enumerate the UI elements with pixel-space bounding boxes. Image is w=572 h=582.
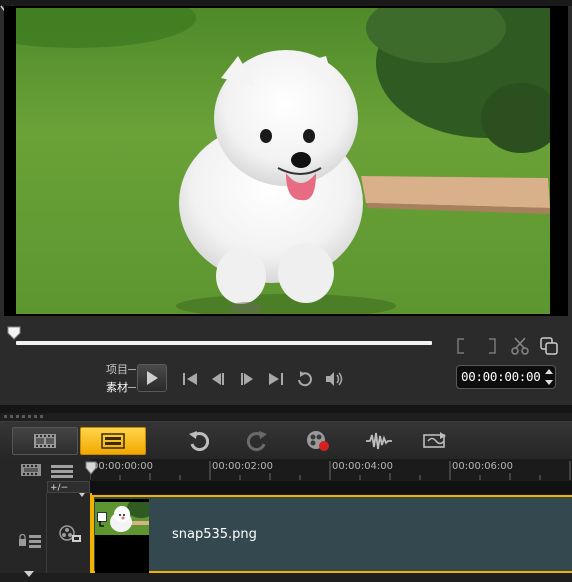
- audio-wave-icon: [366, 432, 392, 450]
- go-to-start-button[interactable]: [180, 369, 200, 389]
- undo-icon: [189, 431, 209, 451]
- scrubber-handle[interactable]: [7, 325, 21, 344]
- record-capture-icon: [307, 431, 329, 451]
- mode-connector: [128, 387, 136, 388]
- spin-down-icon: [545, 380, 553, 385]
- record-capture-button[interactable]: [304, 429, 332, 453]
- spin-up-icon: [545, 369, 553, 374]
- track-lock-icon[interactable]: [18, 533, 42, 552]
- ruler-tick-label: 00:00:02:00: [212, 461, 274, 472]
- playhead-marker-icon[interactable]: [85, 460, 97, 479]
- repeat-icon: [298, 371, 312, 387]
- zoom-label[interactable]: +/−: [50, 483, 68, 493]
- previous-frame-button[interactable]: [208, 369, 228, 389]
- enlarge-preview-icon[interactable]: [538, 336, 560, 356]
- next-frame-button[interactable]: [237, 369, 257, 389]
- preview-image: [16, 8, 550, 314]
- add-track-icon[interactable]: [20, 462, 44, 482]
- ruler-tick-label: 00:00:06:00: [452, 461, 514, 472]
- next-frame-icon: [241, 373, 253, 385]
- ruler-tick-label: 00:00:04:00: [332, 461, 394, 472]
- volume-button[interactable]: [324, 369, 346, 389]
- auto-music-icon: [423, 432, 446, 448]
- undo-button[interactable]: [184, 429, 212, 453]
- redo-button[interactable]: [244, 429, 272, 453]
- ruler-lower-band: [90, 481, 572, 493]
- timecode-input[interactable]: 00:00:00:00: [456, 365, 556, 389]
- volume-icon: [326, 372, 343, 386]
- mode-clip-label[interactable]: 素材: [98, 379, 128, 397]
- go-to-end-button[interactable]: [266, 369, 286, 389]
- image-clip-badge-icon: [97, 512, 107, 527]
- track-manager-icon[interactable]: [50, 463, 74, 482]
- panel-separator[interactable]: [0, 405, 572, 413]
- storyboard-view-button[interactable]: [12, 427, 78, 455]
- audio-mixer-button[interactable]: [364, 429, 394, 453]
- ruler-tick-label: 00:00:00:00: [92, 461, 154, 472]
- go-to-end-icon: [269, 373, 283, 385]
- mode-connector: [128, 369, 136, 370]
- timeline-header-controls: [0, 459, 90, 481]
- track-header-divider: [46, 493, 47, 573]
- auto-music-button[interactable]: [420, 429, 450, 453]
- split-clip-icon[interactable]: [510, 336, 530, 356]
- play-icon: [147, 371, 158, 385]
- play-button[interactable]: [137, 364, 167, 392]
- scrubber-track[interactable]: [16, 341, 432, 345]
- mark-out-icon[interactable]: [485, 336, 499, 356]
- repeat-button[interactable]: [294, 369, 316, 389]
- film-strip-icon: [34, 434, 56, 448]
- playback-mode-switch[interactable]: 项目 素材: [98, 361, 128, 397]
- go-to-start-icon: [183, 373, 197, 385]
- clip-name: snap535.png: [172, 527, 257, 542]
- grip-handle-icon[interactable]: [4, 414, 48, 420]
- video-track-icon[interactable]: [58, 524, 82, 548]
- timeline-clip[interactable]: [92, 495, 572, 573]
- previous-frame-icon: [212, 373, 224, 385]
- timeline-view-button[interactable]: [80, 427, 146, 455]
- zoom-dropdown-icon[interactable]: [78, 483, 86, 502]
- redo-icon: [247, 431, 267, 451]
- mode-project-label[interactable]: 项目: [98, 361, 128, 379]
- mark-in-icon[interactable]: [454, 336, 468, 356]
- timecode-spinner[interactable]: [543, 367, 555, 387]
- timeline-icon: [101, 433, 125, 449]
